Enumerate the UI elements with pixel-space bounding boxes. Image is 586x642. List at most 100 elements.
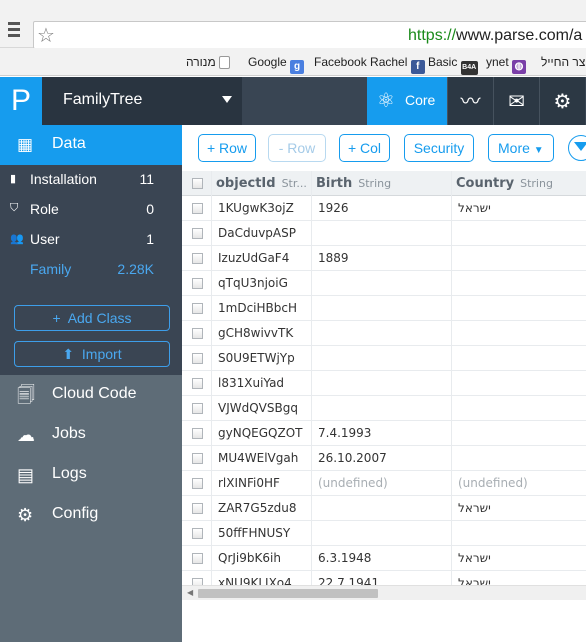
security-button[interactable]: Security <box>404 134 474 162</box>
bookmark-star-icon[interactable]: ☆ <box>37 24 55 46</box>
select-all-checkbox[interactable] <box>192 178 203 189</box>
row-checkbox[interactable] <box>192 528 203 539</box>
bookmark-facebook[interactable]: Facebook Rachel f <box>314 54 425 74</box>
cell-country[interactable] <box>452 346 586 371</box>
cell-country[interactable] <box>452 371 586 396</box>
cell-birth[interactable] <box>312 371 452 396</box>
table-row[interactable]: VJWdQVSBgq <box>182 396 586 421</box>
cell-birth[interactable]: 1889 <box>312 246 452 271</box>
nav-config[interactable]: ⚙ Config <box>0 495 182 535</box>
table-row[interactable]: IzuzUdGaF4 1889 <box>182 246 586 271</box>
cell-birth[interactable]: 1926 <box>312 196 452 221</box>
table-row[interactable]: S0U9ETWjYp <box>182 346 586 371</box>
cell-birth[interactable]: 26.10.2007 <box>312 446 452 471</box>
table-row[interactable]: MU4WElVgah 26.10.2007 <box>182 446 586 471</box>
app-selector[interactable]: FamilyTree <box>42 77 242 125</box>
row-checkbox[interactable] <box>192 378 203 389</box>
cell-objectid[interactable]: 1mDciHBbcH <box>212 296 312 321</box>
class-user[interactable]: 👥 User 1 <box>0 225 182 255</box>
row-checkbox[interactable] <box>192 278 203 289</box>
cell-objectid[interactable]: qTqU3njoiG <box>212 271 312 296</box>
row-checkbox[interactable] <box>192 503 203 514</box>
cell-country[interactable] <box>452 396 586 421</box>
cell-objectid[interactable]: S0U9ETWjYp <box>212 346 312 371</box>
cell-birth[interactable]: (undefined) <box>312 471 452 496</box>
row-checkbox[interactable] <box>192 203 203 214</box>
cell-birth[interactable] <box>312 271 452 296</box>
table-row[interactable]: 50ffFHNUSY <box>182 521 586 546</box>
cell-country[interactable]: ישראל <box>452 571 586 585</box>
row-checkbox[interactable] <box>192 403 203 414</box>
table-row[interactable]: l831XuiYad <box>182 371 586 396</box>
cell-objectid[interactable]: ZAR7G5zdu8 <box>212 496 312 521</box>
parse-logo[interactable]: P <box>0 77 42 125</box>
row-checkbox[interactable] <box>192 253 203 264</box>
add-row-button[interactable]: + Row <box>198 134 256 162</box>
cell-objectid[interactable]: xNU9KLJXo4 <box>212 571 312 585</box>
column-header-birth[interactable]: Birth String <box>312 171 452 196</box>
table-row[interactable]: 1KUgwK3ojZ 1926 ישראל <box>182 196 586 221</box>
table-row[interactable]: DaCduvpASP <box>182 221 586 246</box>
table-row[interactable]: xNU9KLJXo4 22.7.1941 ישראל <box>182 571 586 585</box>
row-checkbox[interactable] <box>192 553 203 564</box>
cell-country[interactable] <box>452 421 586 446</box>
cell-country[interactable] <box>452 246 586 271</box>
bookmark-google[interactable]: Google g <box>248 54 305 74</box>
cell-country[interactable] <box>452 521 586 546</box>
nav-jobs[interactable]: ☁ Jobs <box>0 415 182 455</box>
cell-birth[interactable] <box>312 321 452 346</box>
table-row[interactable]: ZAR7G5zdu8 ישראל <box>182 496 586 521</box>
cell-objectid[interactable]: l831XuiYad <box>212 371 312 396</box>
cell-objectid[interactable]: DaCduvpASP <box>212 221 312 246</box>
column-header-country[interactable]: Country String <box>452 171 586 196</box>
add-class-button[interactable]: + Add Class <box>14 305 170 331</box>
cell-country[interactable] <box>452 446 586 471</box>
cell-objectid[interactable]: 50ffFHNUSY <box>212 521 312 546</box>
cell-country[interactable]: ישראל <box>452 546 586 571</box>
cell-objectid[interactable]: 1KUgwK3ojZ <box>212 196 312 221</box>
row-checkbox[interactable] <box>192 228 203 239</box>
bookmark-basic[interactable]: Basic B4A <box>428 54 478 75</box>
cell-country[interactable] <box>452 221 586 246</box>
row-checkbox[interactable] <box>192 578 203 585</box>
cell-country[interactable] <box>452 296 586 321</box>
cell-birth[interactable] <box>312 346 452 371</box>
class-family[interactable]: Family 2.28K <box>0 255 182 285</box>
scroll-left-arrow-icon[interactable]: ◀ <box>187 588 193 597</box>
table-row[interactable]: 1mDciHBbcH <box>182 296 586 321</box>
table-row[interactable]: gCH8wivvTK <box>182 321 586 346</box>
cell-birth[interactable] <box>312 396 452 421</box>
bookmark-idf[interactable]: צר החייל <box>541 54 585 70</box>
address-bar[interactable]: ☆ https://www.parse.com/a <box>33 21 586 49</box>
row-checkbox[interactable] <box>192 328 203 339</box>
browser-menu-icon[interactable] <box>8 22 24 40</box>
cell-birth[interactable]: 7.4.1993 <box>312 421 452 446</box>
bookmark-ynet[interactable]: ynet ◍ <box>486 54 527 74</box>
cell-country[interactable]: ישראל <box>452 496 586 521</box>
nav-logs[interactable]: ▤ Logs <box>0 455 182 495</box>
cell-objectid[interactable]: VJWdQVSBgq <box>212 396 312 421</box>
cell-country[interactable]: (undefined) <box>452 471 586 496</box>
more-button[interactable]: More ▼ <box>488 134 554 162</box>
tab-settings[interactable]: ⚙ <box>539 77 585 125</box>
cell-birth[interactable]: 22.7.1941 <box>312 571 452 585</box>
remove-row-button[interactable]: - Row <box>268 134 326 162</box>
cell-objectid[interactable]: gyNQEGQZOT <box>212 421 312 446</box>
tab-core[interactable]: ⚛ Core <box>367 77 447 125</box>
table-row[interactable]: qTqU3njoiG <box>182 271 586 296</box>
table-row[interactable]: gyNQEGQZOT 7.4.1993 <box>182 421 586 446</box>
horizontal-scrollbar[interactable]: ◀ <box>182 585 586 600</box>
tab-analytics[interactable]: 〰 <box>447 77 493 125</box>
scrollbar-thumb[interactable] <box>198 589 378 598</box>
table-row[interactable]: QrJi9bK6ih 6.3.1948 ישראל <box>182 546 586 571</box>
class-installation[interactable]: ▮ Installation 11 <box>0 165 182 195</box>
row-checkbox[interactable] <box>192 353 203 364</box>
table-row[interactable]: rlXINFi0HF (undefined) (undefined) <box>182 471 586 496</box>
cell-birth[interactable]: 6.3.1948 <box>312 546 452 571</box>
row-checkbox[interactable] <box>192 478 203 489</box>
row-checkbox[interactable] <box>192 303 203 314</box>
url-text[interactable]: https://www.parse.com/a <box>408 26 582 46</box>
cell-birth[interactable] <box>312 296 452 321</box>
cell-country[interactable]: ישראל <box>452 196 586 221</box>
import-button[interactable]: ⬆ Import <box>14 341 170 367</box>
